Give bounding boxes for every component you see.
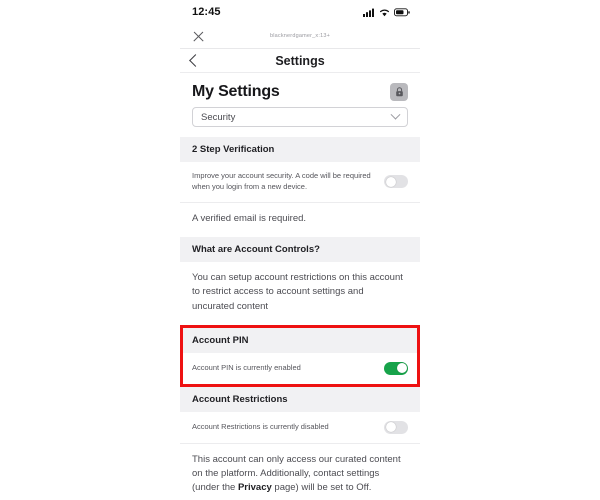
lock-icon	[395, 87, 403, 97]
cellular-signal-icon	[363, 8, 374, 17]
account-restrictions-row: Account Restrictions is currently disabl…	[180, 412, 420, 443]
page-header: My Settings	[180, 73, 420, 107]
privacy-link-label: Privacy	[237, 482, 272, 494]
settings-sheet: My Settings Security 2 Step Verification…	[180, 73, 420, 500]
two-step-note: A verified email is required.	[192, 212, 307, 224]
section-header-account-pin: Account PIN	[183, 327, 417, 353]
section-header-two-step: 2 Step Verification	[180, 137, 420, 162]
toggle-knob	[396, 363, 407, 374]
account-restrictions-description: This account can only access our curated…	[180, 444, 420, 500]
account-restrictions-toggle[interactable]	[384, 420, 408, 434]
account-pin-status: Account PIN is currently enabled	[192, 362, 301, 372]
account-controls-description: You can setup account restrictions on th…	[192, 272, 403, 312]
page-title: My Settings	[192, 83, 280, 100]
two-step-toggle[interactable]	[384, 175, 408, 189]
two-step-row: Improve your account security. A code wi…	[180, 162, 420, 202]
wifi-icon	[380, 9, 389, 16]
modal-top-bar: blacknerdgamer_x:13+	[180, 24, 420, 48]
account-pin-highlight-box: Account PIN Account PIN is currently ena…	[180, 324, 420, 387]
section-header-account-controls: What are Account Controls?	[180, 237, 420, 262]
nav-title: Settings	[275, 53, 325, 68]
desc-part-2: page) will be set to Off.	[271, 482, 372, 494]
nav-bar: Settings	[180, 48, 420, 73]
account-pin-row: Account PIN is currently enabled	[183, 353, 417, 384]
two-step-description: Improve your account security. A code wi…	[192, 171, 371, 191]
toggle-knob	[385, 422, 396, 433]
category-select[interactable]: Security	[192, 107, 408, 127]
account-handle: blacknerdgamer_x:13+	[269, 33, 331, 39]
category-select-value: Security	[201, 111, 236, 123]
chevron-down-icon	[390, 109, 401, 120]
status-bar: 12:45	[180, 0, 420, 24]
toggle-knob	[385, 176, 396, 187]
battery-icon	[394, 7, 410, 16]
account-restrictions-status: Account Restrictions is currently disabl…	[192, 421, 329, 431]
account-pin-toggle[interactable]	[384, 361, 408, 375]
status-icons	[363, 7, 410, 17]
close-icon[interactable]	[192, 30, 205, 43]
phone-screen: 12:45 blacknerdgamer_x:13+ Settings My S…	[180, 0, 420, 500]
status-time: 12:45	[192, 6, 221, 18]
section-header-account-restrictions: Account Restrictions	[180, 386, 420, 412]
lock-button[interactable]	[390, 83, 408, 101]
